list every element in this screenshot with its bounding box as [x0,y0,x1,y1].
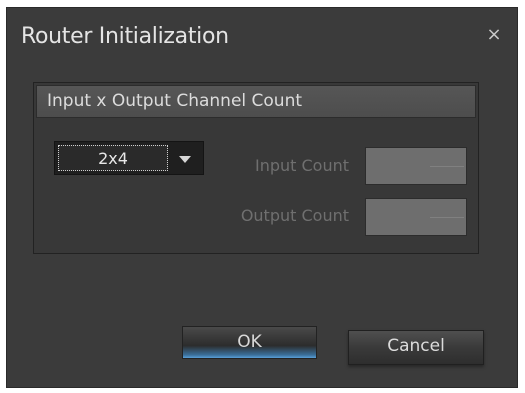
group-header: Input x Output Channel Count [36,85,476,118]
input-count-field [365,147,467,185]
title-bar: Router Initialization × [7,8,517,70]
input-count-field-line [430,166,464,167]
group-title: Input x Output Channel Count [47,91,303,111]
channel-count-select[interactable]: 2x4 [54,141,204,175]
output-count-field-line [430,217,464,218]
output-count-field [365,198,467,236]
input-count-label: Input Count [254,156,349,175]
close-icon[interactable]: × [483,24,505,46]
select-focus-box: 2x4 [58,145,168,171]
cancel-button[interactable]: Cancel [348,330,484,365]
chevron-down-icon [179,156,191,163]
select-value: 2x4 [98,149,128,168]
dialog-title: Router Initialization [21,24,229,49]
output-count-label: Output Count [240,206,349,225]
ok-button[interactable]: OK [182,326,317,359]
